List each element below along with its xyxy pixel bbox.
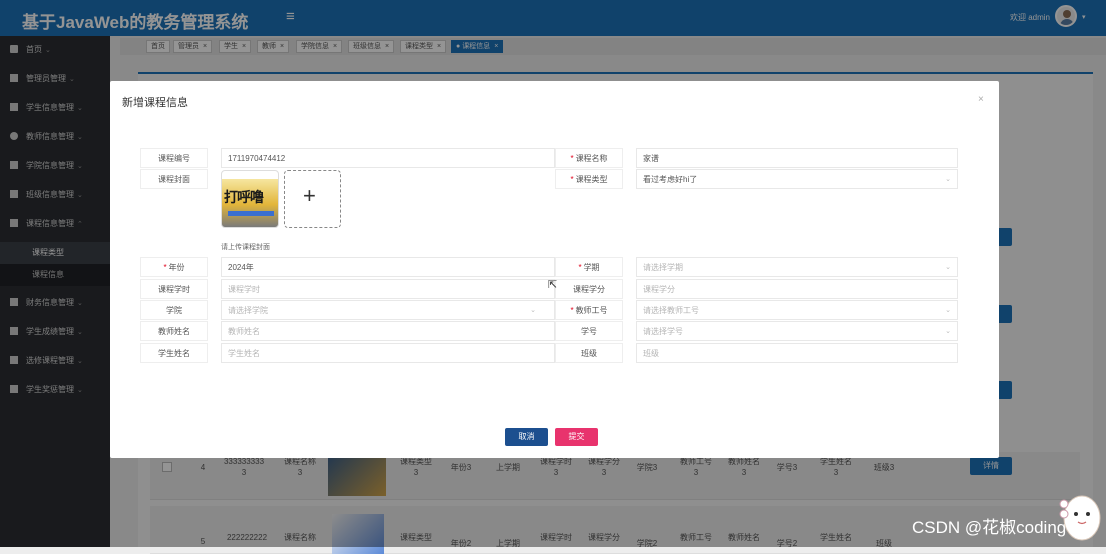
required-mark: *	[570, 175, 574, 184]
required-mark: *	[570, 154, 574, 163]
student-name-label: 学生姓名	[140, 343, 208, 363]
course-type-label: * 课程类型	[555, 169, 623, 189]
chevron-down-icon: ⌄	[945, 328, 951, 335]
cover-band	[228, 211, 274, 216]
college-select[interactable]: 请选择学院 ⌄	[221, 300, 555, 320]
course-hours-label: 课程学时	[140, 279, 208, 299]
close-icon[interactable]: ×	[978, 94, 984, 105]
upload-hint: 请上传课程封面	[221, 244, 270, 251]
chevron-down-icon: ⌄	[530, 307, 536, 314]
teacher-no-select[interactable]: 请选择教师工号 ⌄	[636, 300, 958, 320]
course-credit-label: 课程学分	[555, 279, 623, 299]
cover-image-text: 打呼噜	[224, 189, 264, 205]
dialog-title: 新增课程信息	[122, 97, 188, 109]
term-select[interactable]: 请选择学期 ⌄	[636, 257, 958, 277]
class-label: 班级	[555, 343, 623, 363]
term-label: * 学期	[555, 257, 623, 277]
chevron-down-icon: ⌄	[945, 264, 951, 271]
course-name-label: * 课程名称	[555, 148, 623, 168]
course-cover-label: 课程封面	[140, 169, 208, 189]
required-mark: *	[570, 306, 574, 315]
required-mark: *	[578, 263, 582, 272]
student-no-select[interactable]: 请选择学号 ⌄	[636, 321, 958, 341]
plus-icon: +	[303, 183, 316, 208]
teacher-name-input[interactable]: 教师姓名	[221, 321, 555, 341]
year-field[interactable]: 2024年	[221, 257, 555, 277]
cancel-button[interactable]: 取消	[505, 428, 548, 446]
student-name-input[interactable]: 学生姓名	[221, 343, 555, 363]
college-label: 学院	[140, 300, 208, 320]
course-hours-input[interactable]: 课程学时	[221, 279, 555, 299]
upload-button[interactable]: +	[284, 170, 341, 228]
course-cover-image[interactable]: 打呼噜	[221, 170, 279, 228]
course-name-field[interactable]: 家谱	[636, 148, 958, 168]
submit-button[interactable]: 提交	[555, 428, 598, 446]
chevron-down-icon: ⌄	[945, 307, 951, 314]
chevron-down-icon: ⌄	[945, 176, 951, 183]
course-no-label: 课程编号	[140, 148, 208, 168]
course-no-field[interactable]: 1711970474412	[221, 148, 555, 168]
csdn-watermark: CSDN @花椒coding	[912, 518, 1067, 537]
mouse-pointer-icon: ⇱	[548, 279, 558, 291]
course-type-select[interactable]: 看过考虑好hi了 ⌄	[636, 169, 958, 189]
teacher-name-label: 教师姓名	[140, 321, 208, 341]
mascot-icon	[1059, 495, 1101, 541]
course-credit-input[interactable]: 课程学分	[636, 279, 958, 299]
teacher-no-label: * 教师工号	[555, 300, 623, 320]
required-mark: *	[163, 263, 167, 272]
student-no-label: 学号	[555, 321, 623, 341]
class-input[interactable]: 班级	[636, 343, 958, 363]
year-label: * 年份	[140, 257, 208, 277]
